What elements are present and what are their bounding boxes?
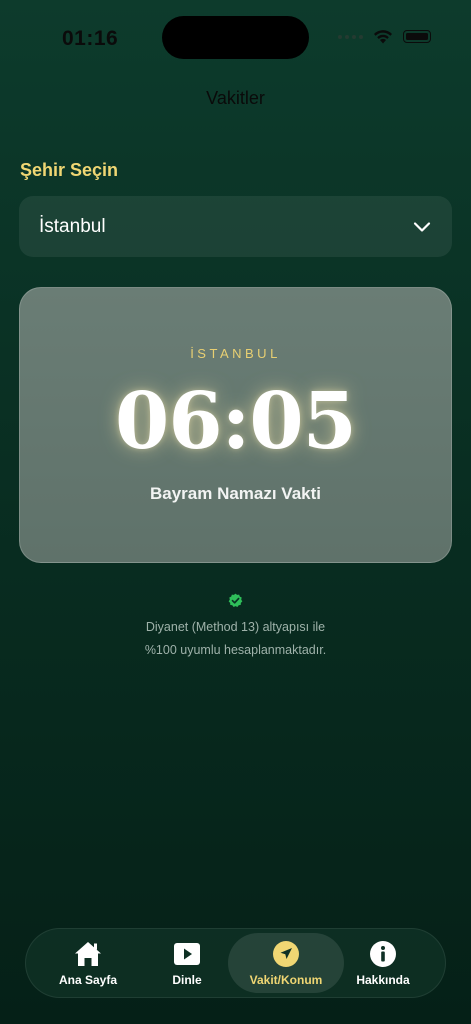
tab-hakkinda[interactable]: Hakkında: [329, 933, 437, 993]
page-title: Vakitler: [206, 88, 265, 108]
card-prayer-time: 06:05: [115, 376, 357, 467]
verification-line-2: %100 uyumlu hesaplanmaktadır.: [144, 643, 327, 657]
card-prayer-label: Bayram Namazı Vakti: [149, 484, 322, 503]
status-indicators: [338, 29, 431, 44]
city-picker-label: Şehir Seçin: [20, 160, 119, 180]
wifi-icon: [374, 30, 392, 44]
play-icon: [174, 943, 200, 965]
tab-label: Ana Sayfa: [58, 973, 118, 987]
tab-dinle[interactable]: Dinle: [133, 933, 241, 993]
tab-label: Hakkında: [356, 973, 410, 987]
verified-check-icon: [228, 593, 243, 607]
cellular-signal-icon: [338, 34, 363, 39]
tab-label: Dinle: [172, 973, 202, 987]
prayer-time-card: İSTANBUL 06:05 Bayram Namazı Vakti: [19, 287, 452, 563]
dynamic-island: [162, 16, 309, 59]
tab-bar: Ana Sayfa Dinle Vakit/Konum Hakkında: [25, 928, 446, 998]
tab-ana-sayfa[interactable]: Ana Sayfa: [34, 933, 142, 993]
chevron-down-icon: [413, 221, 431, 232]
status-time: 01:16: [62, 27, 119, 50]
card-city-name: İSTANBUL: [190, 346, 281, 361]
status-bar: 01:16: [0, 0, 471, 76]
home-icon: [75, 942, 101, 966]
tab-vakit-konum[interactable]: Vakit/Konum: [228, 933, 344, 993]
location-arrow-icon: [273, 941, 299, 967]
city-select-value: İstanbul: [39, 215, 106, 237]
verification-note: Diyanet (Method 13) altyapısı ile %100 u…: [0, 616, 471, 662]
battery-icon: [403, 30, 431, 43]
city-select[interactable]: İstanbul: [19, 196, 452, 257]
info-icon: [370, 941, 396, 967]
verification-line-1: Diyanet (Method 13) altyapısı ile: [145, 620, 326, 634]
tab-label: Vakit/Konum: [249, 973, 323, 987]
